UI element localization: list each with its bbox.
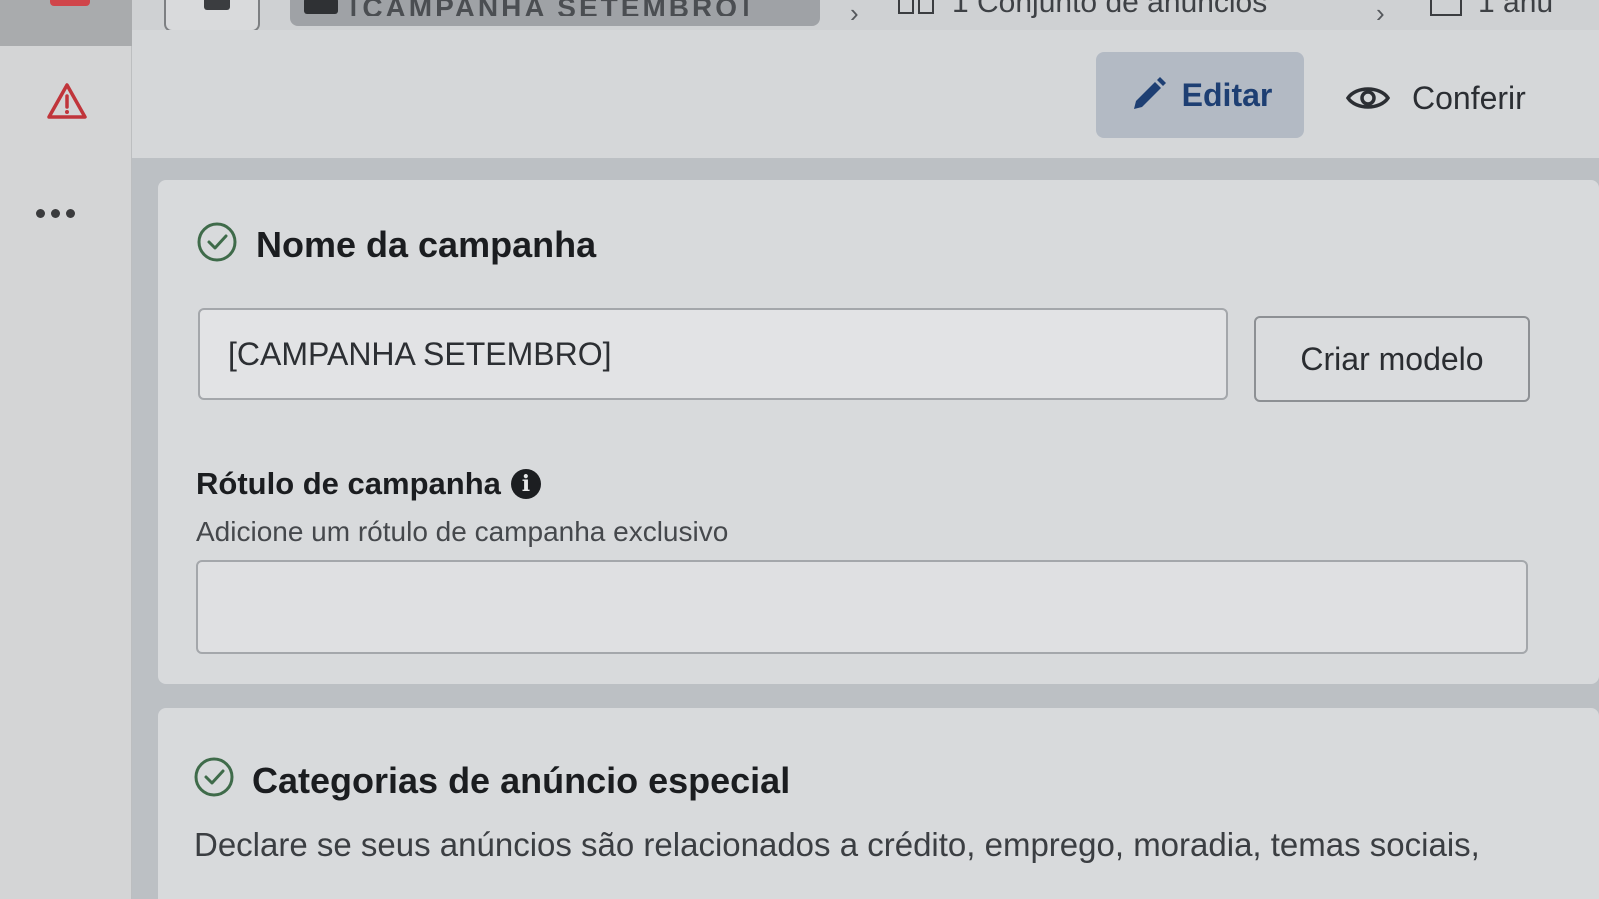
review-button-label: Conferir xyxy=(1412,79,1526,116)
campaign-icon xyxy=(304,0,338,14)
warning-icon[interactable] xyxy=(46,82,88,120)
eye-icon xyxy=(1346,87,1390,109)
left-rail xyxy=(0,0,132,899)
chevron-right-icon: › xyxy=(1376,0,1385,28)
breadcrumb-home-button[interactable] xyxy=(164,0,260,32)
breadcrumb-ad[interactable]: 1 anú xyxy=(1478,0,1553,20)
chevron-right-icon: › xyxy=(850,0,859,28)
special-categories-card xyxy=(158,708,1599,899)
breadcrumb-campaign[interactable]: [CAMPANHA SETEMBRO] xyxy=(290,0,820,26)
check-circle-icon xyxy=(197,222,237,262)
campaign-label-input[interactable] xyxy=(196,560,1528,654)
breadcrumb-adset[interactable]: 1 Conjunto de anúncios xyxy=(952,0,1267,20)
breadcrumb-campaign-label: [CAMPANHA SETEMBRO] xyxy=(350,0,753,16)
special-categories-title: Categorias de anúncio especial xyxy=(252,760,791,801)
campaign-label-heading: Rótulo de campanha i xyxy=(196,466,541,502)
edit-button[interactable]: Editar xyxy=(1096,52,1304,138)
campaign-label-hint: Adicione um rótulo de campanha exclusivo xyxy=(196,516,729,547)
create-template-button[interactable]: Criar modelo xyxy=(1254,316,1530,402)
adset-grid-icon xyxy=(898,0,938,16)
campaign-name-title: Nome da campanha xyxy=(256,224,597,265)
campaign-folder-icon xyxy=(204,0,230,10)
rail-top-strip xyxy=(0,0,132,46)
special-categories-description: Declare se seus anúncios são relacionado… xyxy=(194,826,1480,863)
ad-square-icon xyxy=(1430,0,1462,16)
campaign-label-title: Rótulo de campanha xyxy=(196,466,501,501)
more-icon[interactable] xyxy=(36,204,80,222)
rail-alert-marker xyxy=(50,0,90,6)
campaign-name-input[interactable] xyxy=(198,308,1228,400)
info-icon[interactable]: i xyxy=(510,469,541,499)
edit-button-label: Editar xyxy=(1181,76,1273,113)
pencil-icon xyxy=(1133,77,1166,109)
review-button[interactable]: Conferir xyxy=(1346,62,1576,134)
check-circle-icon xyxy=(194,757,234,797)
